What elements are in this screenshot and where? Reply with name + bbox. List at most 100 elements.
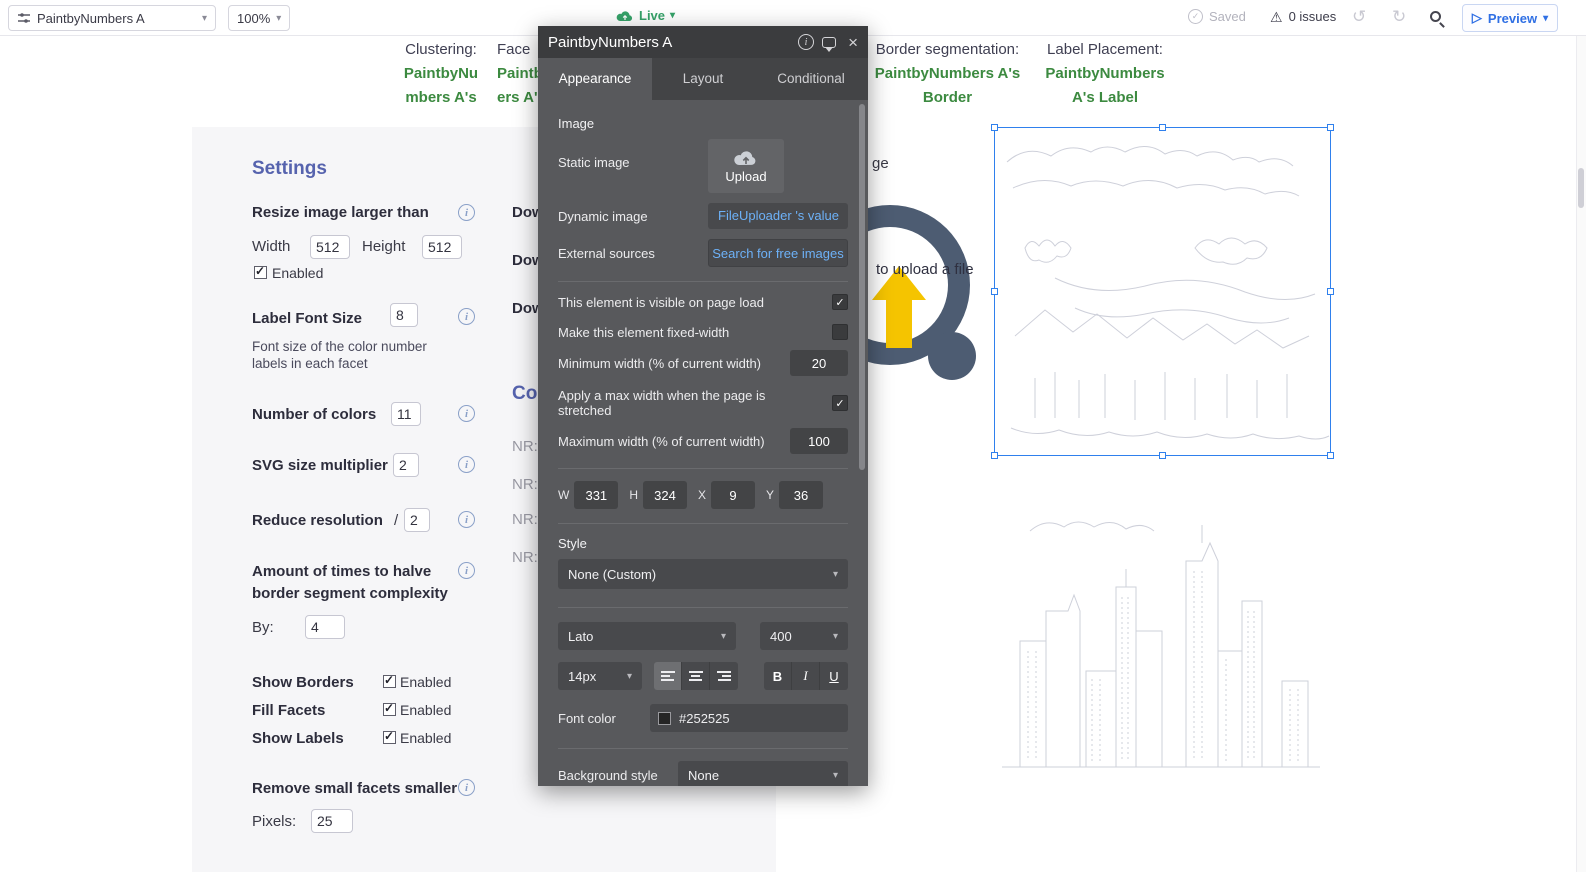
resize-handle-sw[interactable]	[991, 452, 998, 459]
visible-on-load-checkbox[interactable]: ✓	[832, 294, 848, 310]
nr-label: NR:	[512, 476, 538, 493]
align-group	[654, 662, 738, 690]
max-width-toggle-label: Apply a max width when the page is stret…	[558, 388, 832, 418]
font-color-row: Font color #252525	[558, 704, 848, 732]
height-dim-input[interactable]	[643, 481, 687, 509]
font-size-dropdown[interactable]: 14px ▾	[558, 662, 642, 690]
font-size-format-row: 14px ▾ B I U	[558, 662, 848, 690]
label-placement-title: Label Placement:	[1030, 38, 1180, 62]
search-icon[interactable]	[1430, 11, 1441, 22]
resize-handle-w[interactable]	[991, 288, 998, 295]
reduce-resolution-input[interactable]	[404, 508, 430, 532]
bold-button[interactable]: B	[764, 662, 792, 690]
info-icon[interactable]: i	[458, 511, 475, 528]
max-width-toggle-checkbox[interactable]: ✓	[832, 395, 848, 411]
min-width-input[interactable]	[790, 350, 848, 376]
font-color-field[interactable]: #252525	[650, 704, 848, 732]
window-scrollbar[interactable]	[1576, 36, 1586, 872]
style-dropdown-value: None (Custom)	[568, 567, 656, 582]
border-seg-dynamic-text: PaintbyNumbers A's	[860, 62, 1035, 86]
max-width-row: Maximum width (% of current width)	[558, 428, 848, 454]
resize-handle-n[interactable]	[1159, 124, 1166, 131]
y-dim-input[interactable]	[779, 481, 823, 509]
align-center-button[interactable]	[682, 662, 710, 690]
close-icon[interactable]: ×	[848, 34, 858, 51]
info-icon[interactable]: i	[458, 562, 475, 579]
width-input[interactable]	[310, 235, 350, 259]
play-icon: ▷	[1472, 10, 1482, 26]
resize-handle-e[interactable]	[1327, 288, 1334, 295]
x-dim-input[interactable]	[711, 481, 755, 509]
resize-enabled-checkbox[interactable]: ✓	[254, 266, 267, 279]
face-header[interactable]: Face Paintb ers A'	[497, 38, 539, 110]
upload-button[interactable]: Upload	[708, 139, 784, 193]
panel-title: PaintbyNumbers A	[548, 34, 790, 51]
skyline-image-element[interactable]	[990, 491, 1330, 786]
number-of-colors-input[interactable]	[391, 402, 421, 426]
face-dynamic-text: ers A'	[497, 86, 539, 110]
resize-handle-ne[interactable]	[1327, 124, 1334, 131]
clustering-dynamic-text: PaintbyNu	[391, 62, 491, 86]
label-font-size-input[interactable]	[390, 303, 418, 327]
info-icon[interactable]: i	[458, 456, 475, 473]
search-free-images-button[interactable]: Search for free images	[708, 239, 848, 267]
height-input[interactable]	[422, 235, 462, 259]
upload-label: Upload	[725, 169, 766, 184]
border-seg-title: Border segmentation:	[860, 38, 1035, 62]
divider	[558, 281, 848, 282]
max-width-input[interactable]	[790, 428, 848, 454]
resize-handle-se[interactable]	[1327, 452, 1334, 459]
panel-header[interactable]: PaintbyNumbers A i ×	[538, 26, 868, 58]
background-style-dropdown[interactable]: None ▾	[678, 761, 848, 786]
show-borders-checkbox[interactable]: ✓	[383, 675, 396, 688]
tab-conditional[interactable]: Conditional	[754, 58, 868, 100]
fixed-width-checkbox[interactable]	[832, 324, 848, 340]
issues-indicator[interactable]: ⚠ 0 issues	[1270, 9, 1336, 24]
info-icon[interactable]: i	[458, 779, 475, 796]
external-sources-row: External sources Search for free images	[558, 239, 848, 267]
info-icon[interactable]: i	[458, 308, 475, 325]
info-icon[interactable]: i	[458, 204, 475, 221]
info-icon[interactable]: i	[458, 405, 475, 422]
dynamic-image-value[interactable]: FileUploader 's value	[708, 203, 848, 229]
skyline-line-art	[990, 491, 1330, 786]
pixels-input[interactable]	[311, 809, 353, 833]
fill-facets-checkbox[interactable]: ✓	[383, 703, 396, 716]
height-label: Height	[362, 238, 405, 255]
show-labels-checkbox[interactable]: ✓	[383, 731, 396, 744]
resize-handle-nw[interactable]	[991, 124, 998, 131]
by-input[interactable]	[305, 615, 345, 639]
selected-image-element[interactable]	[995, 128, 1330, 455]
undo-button[interactable]: ↺	[1352, 7, 1366, 27]
window-scrollbar-thumb[interactable]	[1578, 168, 1584, 208]
border-segmentation-header[interactable]: Border segmentation: PaintbyNumbers A's …	[860, 38, 1035, 110]
preview-button[interactable]: ▷ Preview ▾	[1462, 4, 1558, 32]
resize-handle-s[interactable]	[1159, 452, 1166, 459]
style-dropdown[interactable]: None (Custom) ▾	[558, 559, 848, 589]
tab-layout[interactable]: Layout	[652, 58, 754, 100]
align-right-button[interactable]	[710, 662, 738, 690]
element-selector[interactable]: PaintbyNumbers A ▾	[8, 5, 216, 31]
check-circle-icon: ✓	[1188, 9, 1203, 24]
redo-button[interactable]: ↻	[1392, 7, 1406, 27]
fixed-width-row: Make this element fixed-width	[558, 324, 848, 340]
underline-button[interactable]: U	[820, 662, 848, 690]
info-icon[interactable]: i	[798, 34, 814, 50]
max-width-label: Maximum width (% of current width)	[558, 434, 790, 449]
font-family-dropdown[interactable]: Lato ▾	[558, 622, 736, 650]
zoom-selector[interactable]: 100% ▾	[228, 5, 290, 31]
panel-scrollbar-thumb[interactable]	[859, 104, 865, 470]
chevron-down-icon: ▾	[833, 770, 838, 781]
clustering-header[interactable]: Clustering: PaintbyNu mbers A's	[391, 38, 491, 110]
label-placement-header[interactable]: Label Placement: PaintbyNumbers A's Labe…	[1030, 38, 1180, 110]
align-left-button[interactable]	[654, 662, 682, 690]
svg-multiplier-input[interactable]	[393, 453, 419, 477]
by-label: By:	[252, 619, 274, 636]
width-dim-input[interactable]	[574, 481, 618, 509]
comment-icon[interactable]	[822, 37, 836, 48]
show-labels-enabled-label: Enabled	[400, 730, 451, 746]
font-weight-dropdown[interactable]: 400 ▾	[760, 622, 848, 650]
italic-button[interactable]: I	[792, 662, 820, 690]
live-version-selector[interactable]: Live ▾	[616, 8, 675, 23]
tab-appearance[interactable]: Appearance	[538, 58, 652, 100]
